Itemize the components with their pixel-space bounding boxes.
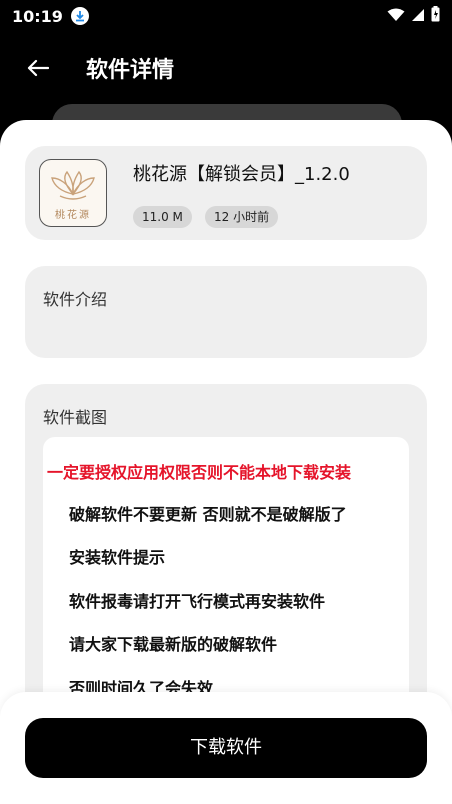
back-button[interactable] (18, 48, 58, 88)
update-time-badge: 12 小时前 (205, 206, 279, 228)
signal-icon (411, 7, 425, 26)
app-size-badge: 11.0 M (133, 206, 192, 228)
app-name: 桃花源【解锁会员】_1.2.0 (133, 164, 350, 185)
wifi-icon (387, 7, 405, 26)
download-notification-icon (70, 7, 89, 25)
status-bar: 10:19 (0, 0, 452, 32)
screenshot-line: 安装软件提示 (69, 548, 166, 567)
screenshot-line: 破解软件不要更新 否则就不是破解版了 (69, 505, 347, 524)
top-app-bar: 软件详情 (0, 40, 452, 96)
arrow-left-icon (27, 59, 49, 77)
status-time: 10:19 (12, 6, 63, 26)
battery-icon (431, 6, 440, 26)
screenshot-warning-line: 一定要授权应用权限否则不能本地下载安装 (47, 463, 352, 482)
app-logo-text: 桃花源 (55, 210, 91, 221)
screenshots-title: 软件截图 (43, 408, 108, 427)
download-button[interactable]: 下载软件 (25, 718, 427, 778)
app-info-card: 桃花源 桃花源【解锁会员】_1.2.0 11.0 M 12 小时前 (25, 146, 427, 240)
intro-title: 软件介绍 (43, 290, 108, 309)
bottom-action-bar: 下载软件 (0, 692, 452, 804)
screenshot-line: 请大家下载最新版的破解软件 (69, 635, 278, 654)
screenshot-line: 软件报毒请打开飞行模式再安装软件 (69, 592, 326, 611)
intro-card: 软件介绍 (25, 266, 427, 358)
page-title: 软件详情 (86, 58, 175, 83)
app-logo: 桃花源 (39, 159, 107, 227)
